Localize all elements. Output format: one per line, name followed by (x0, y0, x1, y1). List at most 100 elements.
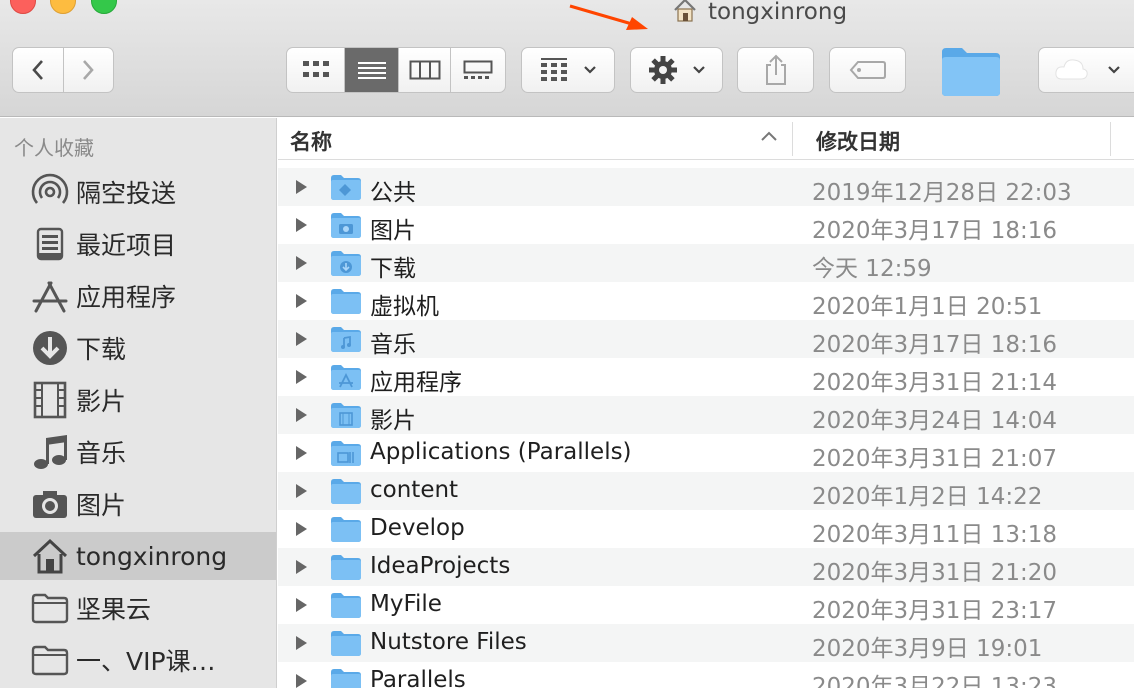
app-extension-button[interactable] (1038, 47, 1134, 93)
sidebar-item-vip-course[interactable]: 一、VIP课… (0, 636, 276, 684)
file-row[interactable]: 音乐 2020年3月17日 18:16 (278, 320, 1134, 358)
column-divider[interactable] (792, 122, 793, 156)
sort-ascending-icon[interactable] (760, 130, 778, 142)
sidebar-item-movies[interactable]: 影片 (0, 376, 276, 424)
forward-button[interactable] (64, 48, 114, 92)
sidebar-item-pictures[interactable]: 图片 (0, 480, 276, 528)
grid-icon (302, 61, 329, 77)
folder-icon (331, 289, 361, 314)
edit-tags-button[interactable] (829, 47, 906, 93)
sidebar-heading: 个人收藏 (14, 136, 94, 160)
column-divider[interactable] (1110, 122, 1111, 156)
disclosure-triangle-icon[interactable] (294, 483, 308, 499)
share-icon (765, 54, 786, 85)
gallery-icon (463, 60, 493, 79)
disclosure-triangle-icon[interactable] (294, 407, 308, 423)
column-header-date[interactable]: 修改日期 (816, 126, 900, 156)
disclosure-triangle-icon[interactable] (294, 521, 308, 537)
folder-icon (331, 631, 361, 656)
minimize-window-button[interactable] (50, 0, 76, 14)
file-name: 影片 (370, 408, 416, 434)
column-header-name[interactable]: 名称 (290, 126, 332, 156)
sidebar-item-label: 坚果云 (76, 595, 152, 624)
folder-icon (331, 441, 361, 466)
file-row[interactable]: 下载 今天 12:59 (278, 244, 1134, 282)
disclosure-triangle-icon[interactable] (294, 673, 308, 688)
disclosure-triangle-icon[interactable] (294, 293, 308, 309)
action-button[interactable] (630, 47, 723, 93)
file-modified-date: 2020年3月11日 13:18 (812, 522, 1058, 548)
file-row[interactable]: Develop 2020年3月11日 13:18 (278, 510, 1134, 548)
back-button[interactable] (13, 48, 64, 92)
file-row[interactable]: IdeaProjects 2020年3月31日 21:20 (278, 548, 1134, 586)
sidebar-item-airdrop[interactable]: 隔空投送 (0, 168, 276, 216)
sidebar-item-music[interactable]: 音乐 (0, 428, 276, 476)
file-name: MyFile (370, 591, 442, 617)
column-view-button[interactable] (399, 48, 451, 92)
cloud-icon (1054, 59, 1088, 80)
sidebar-item-applications[interactable]: 应用程序 (0, 272, 276, 320)
close-window-button[interactable] (10, 0, 36, 14)
disclosure-triangle-icon[interactable] (294, 255, 308, 271)
group-by-button[interactable] (521, 47, 615, 93)
toolbar: tongxinrong (0, 0, 1134, 117)
file-row[interactable]: 虚拟机 2020年1月1日 20:51 (278, 282, 1134, 320)
file-row[interactable]: 应用程序 2020年3月31日 21:14 (278, 358, 1134, 396)
file-name: Develop (370, 515, 465, 541)
file-row[interactable]: MyFile 2020年3月31日 23:17 (278, 586, 1134, 624)
sidebar-item-downloads[interactable]: 下载 (0, 324, 276, 372)
file-row[interactable]: Applications (Parallels) 2020年3月31日 21:07 (278, 434, 1134, 472)
sidebar-item-home[interactable]: tongxinrong (0, 532, 276, 580)
file-modified-date: 2020年1月1日 20:51 (812, 294, 1043, 320)
file-modified-date: 2019年12月28日 22:03 (812, 180, 1072, 206)
disclosure-triangle-icon[interactable] (294, 369, 308, 385)
gallery-view-button[interactable] (451, 48, 505, 92)
chevron-down-icon (692, 66, 705, 74)
file-list: 公共 2019年12月28日 22:03 图片 2020年3月17日 18:16 下载 今… (278, 168, 1134, 688)
file-modified-date: 2020年3月17日 18:16 (812, 218, 1058, 244)
disclosure-triangle-icon[interactable] (294, 179, 308, 195)
file-modified-date: 今天 12:59 (812, 256, 932, 282)
list-view-button[interactable] (345, 48, 399, 92)
disclosure-triangle-icon[interactable] (294, 559, 308, 575)
zoom-window-button[interactable] (91, 0, 117, 14)
folder-icon (331, 213, 361, 238)
sidebar-item-label: 应用程序 (76, 283, 177, 312)
icon-view-button[interactable] (287, 48, 345, 92)
file-modified-date: 2020年3月31日 21:14 (812, 370, 1058, 396)
share-button[interactable] (737, 47, 814, 93)
sidebar-item-jianguoyun[interactable]: 坚果云 (0, 584, 276, 632)
folder-icon (331, 403, 361, 428)
toolbar-folder-icon[interactable] (940, 44, 1002, 102)
sidebar-item-recents[interactable]: 最近项目 (0, 220, 276, 268)
sidebar-item-label: 图片 (76, 491, 127, 520)
file-row[interactable]: 影片 2020年3月24日 14:04 (278, 396, 1134, 434)
folder-icon (30, 588, 70, 628)
file-modified-date: 2020年3月31日 21:20 (812, 560, 1058, 586)
file-modified-date: 2020年1月2日 14:22 (812, 484, 1043, 510)
file-name: 下载 (370, 256, 416, 282)
folder-icon (331, 517, 361, 542)
file-modified-date: 2020年3月9日 19:01 (812, 636, 1043, 662)
disclosure-triangle-icon[interactable] (294, 597, 308, 613)
airdrop-icon (30, 172, 70, 212)
disclosure-triangle-icon[interactable] (294, 635, 308, 651)
disclosure-triangle-icon[interactable] (294, 217, 308, 233)
file-row[interactable]: 图片 2020年3月17日 18:16 (278, 206, 1134, 244)
list-icon (357, 62, 386, 79)
sidebar: 个人收藏 隔空投送 最近项目 应用程序 下载 影片 音乐 图片 tongxinr… (0, 118, 277, 688)
file-row[interactable]: 公共 2019年12月28日 22:03 (278, 168, 1134, 206)
disclosure-triangle-icon[interactable] (294, 331, 308, 347)
home-icon (672, 0, 698, 27)
music-icon (30, 432, 70, 472)
file-row[interactable]: Nutstore Files 2020年3月9日 19:01 (278, 624, 1134, 662)
file-row[interactable]: Parallels 2020年3月22日 13:23 (278, 662, 1134, 688)
window-title-text: tongxinrong (708, 0, 848, 25)
chevron-down-icon (584, 66, 596, 74)
chevron-right-icon (83, 60, 94, 80)
file-name: content (370, 477, 459, 503)
file-row[interactable]: content 2020年1月2日 14:22 (278, 472, 1134, 510)
disclosure-triangle-icon[interactable] (294, 445, 308, 461)
chevron-left-icon (32, 60, 43, 80)
sidebar-item-label: 隔空投送 (76, 179, 177, 208)
